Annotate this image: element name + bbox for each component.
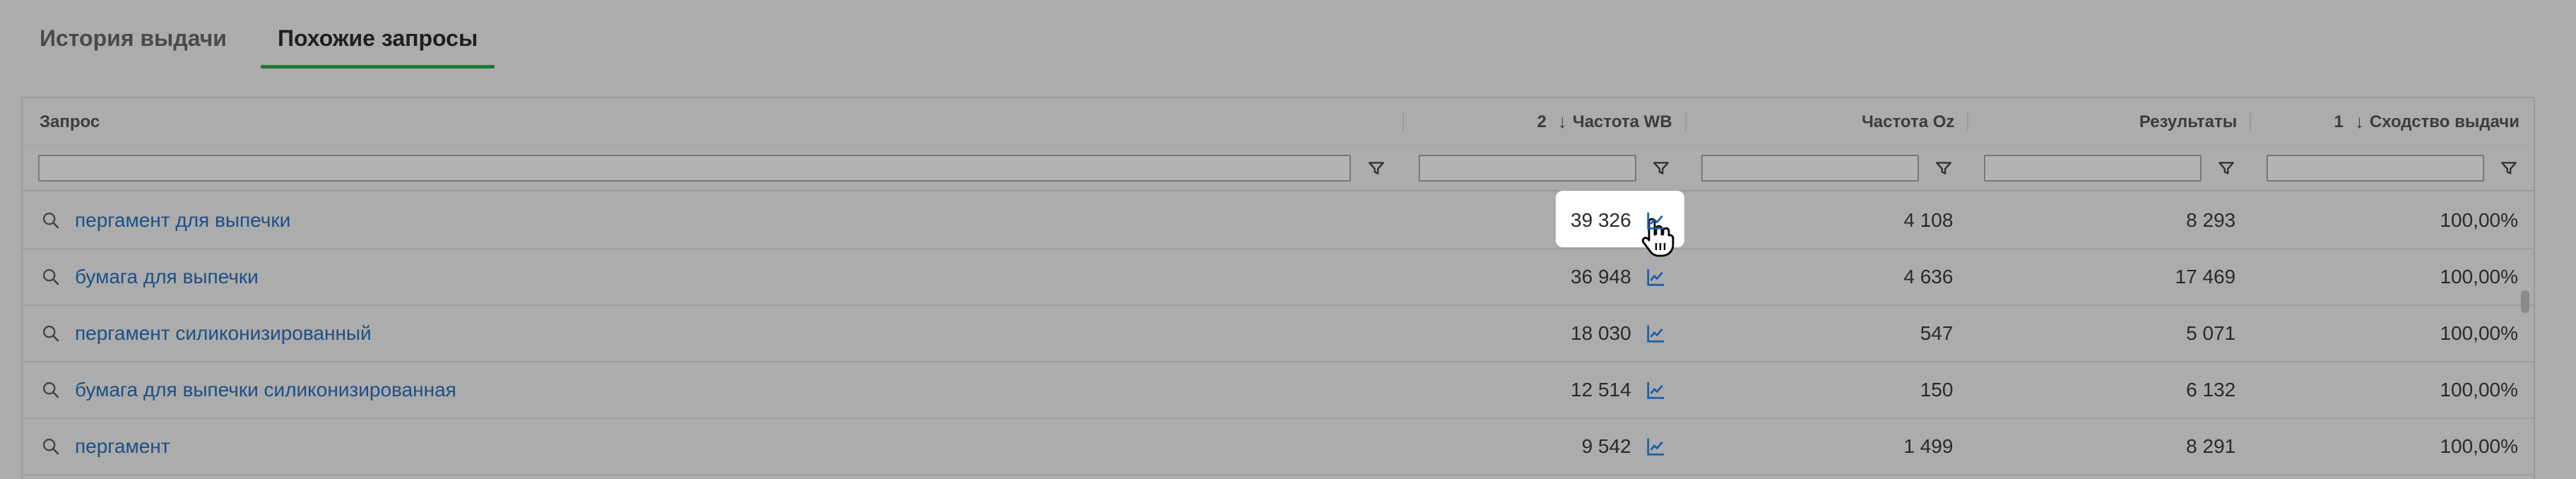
query-cell: бумага для выпечки силиконизированная	[23, 362, 1404, 418]
tab-history[interactable]: История выдачи	[40, 18, 244, 69]
filter-cell-oz	[1686, 146, 1968, 190]
wb-cell: 9 542	[1404, 419, 1686, 474]
column-header-label: Результаты	[2139, 112, 2238, 131]
filter-cell-similarity	[2251, 146, 2534, 190]
results-cell: 8 291	[1968, 419, 2251, 474]
line-chart-icon[interactable]	[1646, 210, 1667, 231]
wb-cell: 18 030	[1404, 306, 1686, 361]
filter-cell-results	[1968, 146, 2251, 190]
oz-cell: 4 636	[1686, 249, 1969, 304]
wb-value: 39 326	[1571, 209, 1631, 231]
wb-value: 12 514	[1571, 379, 1631, 401]
column-header-query[interactable]: Запрос	[23, 98, 1404, 146]
similarity-cell: 100,00%	[2251, 193, 2534, 248]
filter-icon[interactable]	[2500, 158, 2518, 178]
oz-value: 1 499	[1903, 435, 1954, 457]
oz-cell: 4 108	[1686, 193, 1969, 248]
filter-input-results[interactable]	[1984, 155, 2202, 182]
results-value: 5 071	[2186, 322, 2236, 344]
oz-cell: 150	[1686, 362, 1969, 418]
search-icon	[42, 212, 59, 229]
query-cell: пергамент силиконизированный	[23, 306, 1404, 361]
similarity-cell: 100,00%	[2251, 306, 2534, 361]
table-row[interactable]: пергамент для выпечки 39 326 4 108 8 293…	[23, 193, 2534, 249]
wb-value: 36 948	[1571, 266, 1631, 288]
tab-bar: История выдачи Похожие запросы	[40, 18, 512, 69]
oz-value: 547	[1920, 322, 1954, 344]
sort-order-badge: 2	[1537, 112, 1547, 131]
results-cell: 17 469	[1968, 249, 2251, 304]
sort-order-badge: 1	[2334, 112, 2344, 131]
column-header-wb[interactable]: 2 ↓ Частота WB	[1404, 98, 1686, 146]
sort-desc-icon: ↓	[1557, 111, 1567, 132]
oz-cell: 547	[1686, 306, 1969, 361]
line-chart-icon[interactable]	[1646, 379, 1667, 401]
table-row[interactable]: бумага для выпечки 36 948 4 636 17 469 1…	[23, 249, 2534, 306]
similarity-value: 100,00%	[2440, 322, 2518, 344]
column-header-label: Частота Oz	[1861, 112, 1955, 131]
results-value: 8 293	[2186, 209, 2236, 231]
wb-value: 18 030	[1571, 322, 1631, 344]
table-row[interactable]: пергамент силиконизированный 18 030 547 …	[23, 306, 2534, 362]
column-header-label: Запрос	[40, 112, 100, 131]
similarity-cell: 100,00%	[2251, 249, 2534, 304]
filter-cell-wb	[1403, 146, 1686, 190]
oz-cell: 1 499	[1686, 419, 1969, 474]
search-icon	[42, 268, 59, 285]
sort-desc-icon: ↓	[2354, 111, 2364, 132]
similarity-value: 100,00%	[2440, 266, 2518, 288]
search-icon	[42, 325, 59, 342]
filter-icon[interactable]	[1934, 158, 1953, 178]
results-value: 8 291	[2186, 435, 2236, 457]
filter-input-query[interactable]	[38, 155, 1351, 182]
column-header-label: Сходство выдачи	[2369, 112, 2519, 131]
results-value: 6 132	[2186, 379, 2236, 401]
query-cell: бумага для выпечки	[23, 249, 1404, 304]
table-row[interactable]: пергамент 9 542 1 499 8 291 100,00%	[23, 419, 2534, 475]
query-link[interactable]: пергамент силиконизированный	[75, 322, 372, 345]
query-link[interactable]: пергамент	[75, 435, 170, 458]
tab-similar-queries[interactable]: Похожие запросы	[260, 18, 495, 69]
query-cell: пергамент для выпечки	[23, 193, 1404, 248]
oz-value: 4 108	[1903, 209, 1954, 231]
results-cell: 6 132	[1968, 362, 2251, 418]
filter-input-wb[interactable]	[1419, 155, 1636, 182]
similarity-cell: 100,00%	[2251, 362, 2534, 418]
column-header-results[interactable]: Результаты	[1968, 98, 2251, 146]
similarity-cell: 100,00%	[2251, 419, 2534, 474]
table-header: Запрос 2 ↓ Частота WB Частота Oz Результ…	[23, 98, 2534, 146]
filter-cell-query	[23, 146, 1403, 190]
queries-table: Запрос 2 ↓ Частота WB Частота Oz Результ…	[21, 97, 2535, 479]
column-header-oz[interactable]: Частота Oz	[1686, 98, 1969, 146]
results-cell: 5 071	[1968, 306, 2251, 361]
filter-icon[interactable]	[1366, 158, 1386, 178]
similarity-value: 100,00%	[2440, 435, 2518, 457]
column-header-similarity[interactable]: 1 ↓ Сходство выдачи	[2251, 98, 2534, 146]
vertical-scrollbar-thumb[interactable]	[2521, 290, 2529, 313]
line-chart-icon[interactable]	[1646, 436, 1667, 457]
table-row[interactable]: бумага для выпечки силиконизированная 12…	[23, 362, 2534, 419]
similarity-value: 100,00%	[2440, 209, 2518, 231]
wb-value: 9 542	[1581, 435, 1631, 457]
search-icon	[42, 438, 59, 455]
results-cell: 8 293	[1968, 193, 2251, 248]
line-chart-icon[interactable]	[1646, 323, 1667, 344]
line-chart-icon[interactable]	[1646, 266, 1667, 288]
results-value: 17 469	[2175, 266, 2236, 288]
search-icon	[42, 382, 59, 398]
filter-icon[interactable]	[2217, 158, 2235, 178]
wb-cell: 12 514	[1404, 362, 1686, 418]
similarity-value: 100,00%	[2440, 379, 2518, 401]
oz-value: 4 636	[1903, 266, 1954, 288]
filter-input-similarity[interactable]	[2267, 155, 2484, 182]
filter-row	[23, 146, 2534, 191]
query-link[interactable]: бумага для выпечки силиконизированная	[75, 379, 456, 401]
query-link[interactable]: пергамент для выпечки	[75, 209, 290, 232]
filter-input-oz[interactable]	[1701, 155, 1919, 182]
oz-value: 150	[1920, 379, 1954, 401]
query-link[interactable]: бумага для выпечки	[75, 266, 259, 288]
column-header-label: Частота WB	[1572, 112, 1672, 131]
filter-icon[interactable]	[1652, 158, 1670, 178]
query-cell: пергамент	[23, 419, 1404, 474]
